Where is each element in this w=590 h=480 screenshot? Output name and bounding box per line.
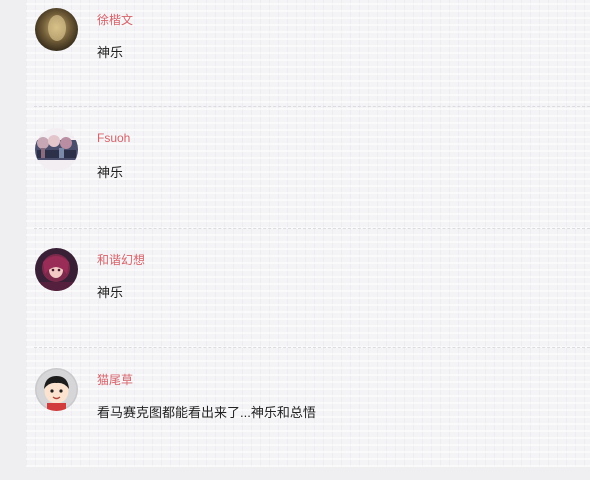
user-avatar-cartoon-boy-icon[interactable]: [35, 368, 78, 411]
comment-text: 神乐: [97, 45, 124, 60]
username[interactable]: 猫尾草: [97, 371, 133, 388]
divider: [34, 106, 590, 107]
comment-item: 和谐幻想 神乐: [26, 240, 590, 360]
comment-text: 神乐: [97, 285, 124, 300]
divider: [34, 347, 590, 348]
user-avatar-anime-group-icon[interactable]: [35, 128, 78, 171]
comment-text: 看马赛克图都能看出来了...神乐和总悟: [97, 405, 316, 420]
comment-item: Fsuoh 神乐: [26, 120, 590, 240]
divider: [34, 228, 590, 229]
username[interactable]: 徐楷文: [97, 11, 133, 28]
user-avatar-anime-girl-icon[interactable]: [35, 248, 78, 291]
comment-item: 徐楷文 神乐: [26, 0, 590, 120]
username[interactable]: 和谐幻想: [97, 251, 145, 268]
user-avatar-brown-icon[interactable]: [35, 8, 78, 51]
comment-list: 徐楷文 神乐 Fsuoh 神乐 和谐幻想 神乐 猫尾草 看马赛克图都能看出来了.…: [26, 0, 590, 467]
comment-text: 神乐: [97, 165, 124, 180]
username[interactable]: Fsuoh: [97, 131, 130, 145]
comment-item: 猫尾草 看马赛克图都能看出来了...神乐和总悟: [26, 360, 590, 480]
